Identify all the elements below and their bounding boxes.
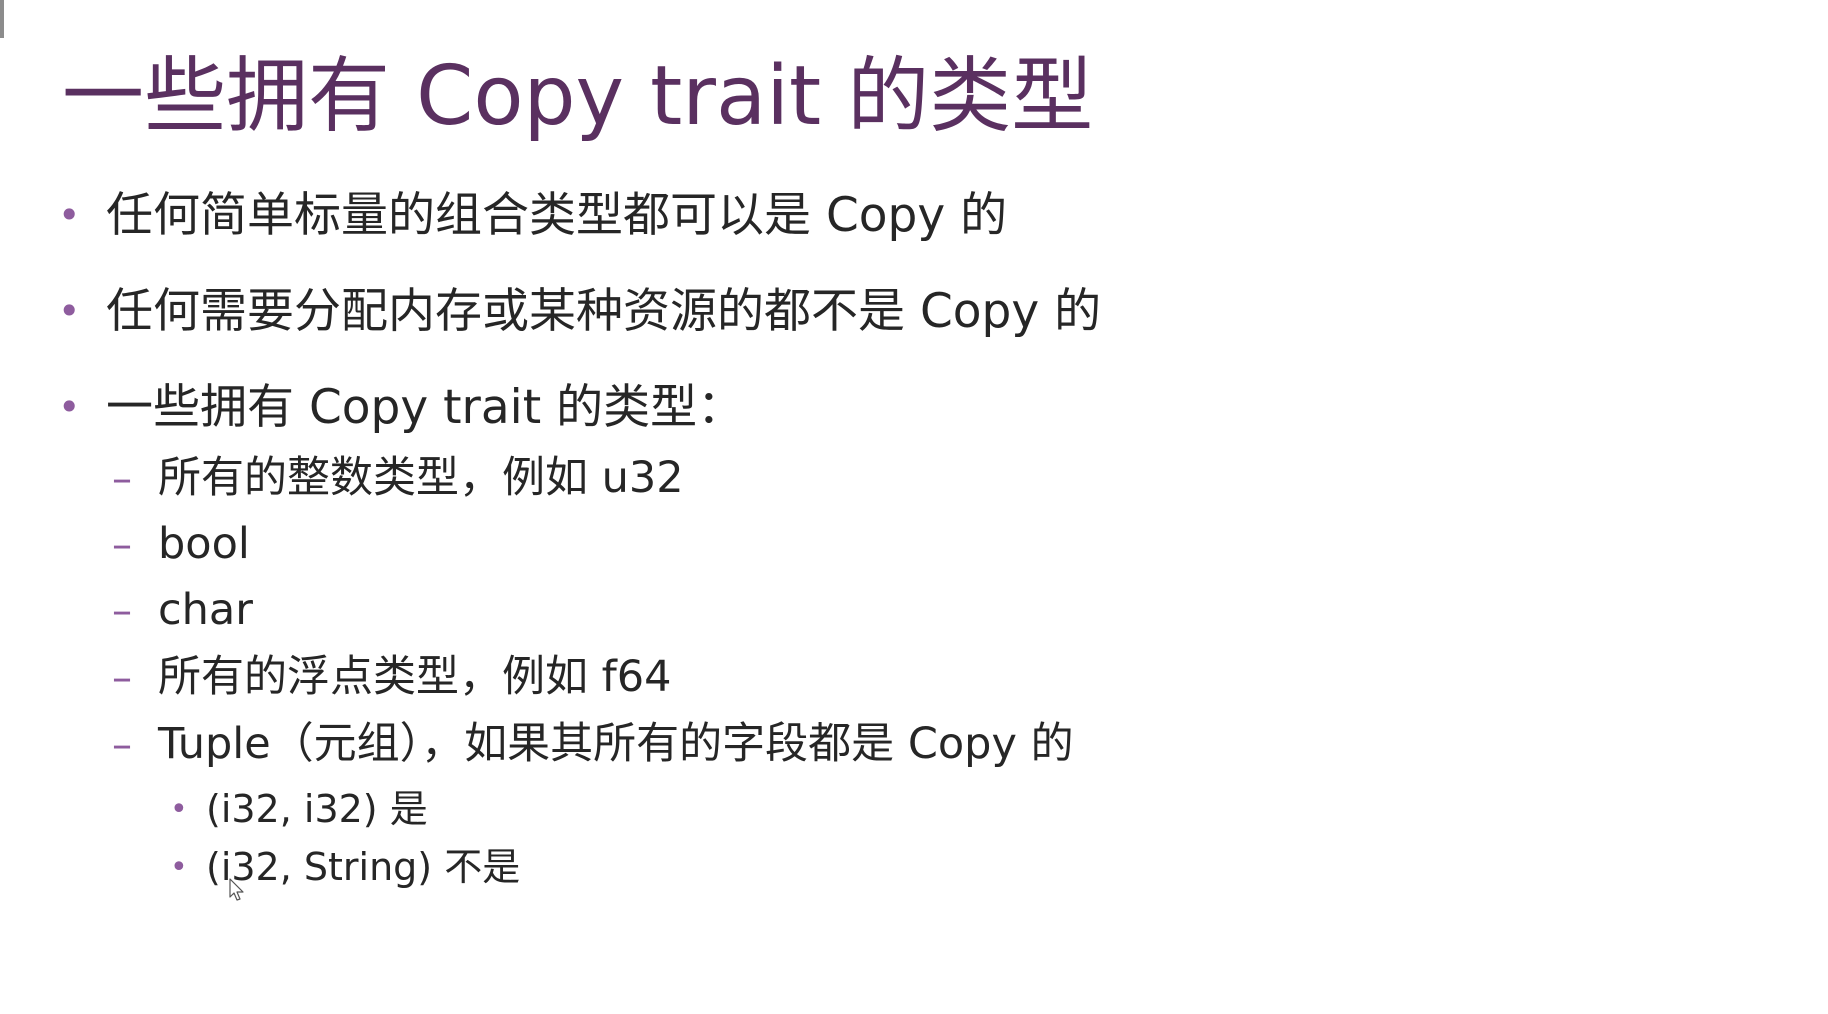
sub-sub-bullet-item: • (i32, String) 不是 (170, 845, 520, 891)
bullet-item: • 任何简单标量的组合类型都可以是 Copy 的 (58, 188, 1007, 244)
sub-sub-bullet-text: (i32, i32) 是 (206, 787, 428, 831)
dash-marker: – (112, 654, 132, 701)
sub-bullet-text: char (158, 585, 253, 635)
sub-bullet-item: – 所有的浮点类型，例如 f64 (112, 652, 672, 704)
bullet-text: 一些拥有 Copy trait 的类型： (106, 380, 745, 435)
bullet-marker: • (170, 849, 188, 885)
sub-bullet-item: – 所有的整数类型，例如 u32 (112, 453, 684, 505)
sub-bullet-text: bool (158, 519, 250, 569)
sub-sub-bullet-text: (i32, String) 不是 (206, 845, 521, 889)
sub-bullet-item: – char (112, 585, 253, 637)
bullet-marker: • (58, 289, 81, 334)
bullet-item: • 一些拥有 Copy trait 的类型： (58, 380, 744, 436)
dash-marker: – (112, 587, 132, 634)
mouse-cursor-icon (229, 878, 244, 901)
dash-marker: – (112, 455, 132, 502)
bullet-marker: • (58, 385, 81, 430)
dash-marker: – (112, 521, 132, 568)
sub-bullet-item: – bool (112, 519, 250, 571)
bullet-text: 任何简单标量的组合类型都可以是 Copy 的 (106, 188, 1008, 243)
bullet-marker: • (170, 791, 188, 827)
sub-bullet-item: – Tuple（元组），如果其所有的字段都是 Copy 的 (112, 719, 1074, 771)
bullet-marker: • (58, 193, 81, 238)
sub-bullet-text: Tuple（元组），如果其所有的字段都是 Copy 的 (158, 719, 1074, 769)
sub-sub-bullet-item: • (i32, i32) 是 (170, 787, 428, 833)
bullet-list: • 任何简单标量的组合类型都可以是 Copy 的 • 任何需要分配内存或某种资源… (0, 0, 1828, 1014)
sub-bullet-text: 所有的整数类型，例如 u32 (158, 453, 684, 503)
dash-marker: – (112, 721, 132, 768)
sub-bullet-text: 所有的浮点类型，例如 f64 (158, 652, 672, 702)
bullet-text: 任何需要分配内存或某种资源的都不是 Copy 的 (106, 284, 1102, 339)
bullet-item: • 任何需要分配内存或某种资源的都不是 Copy 的 (58, 284, 1101, 340)
